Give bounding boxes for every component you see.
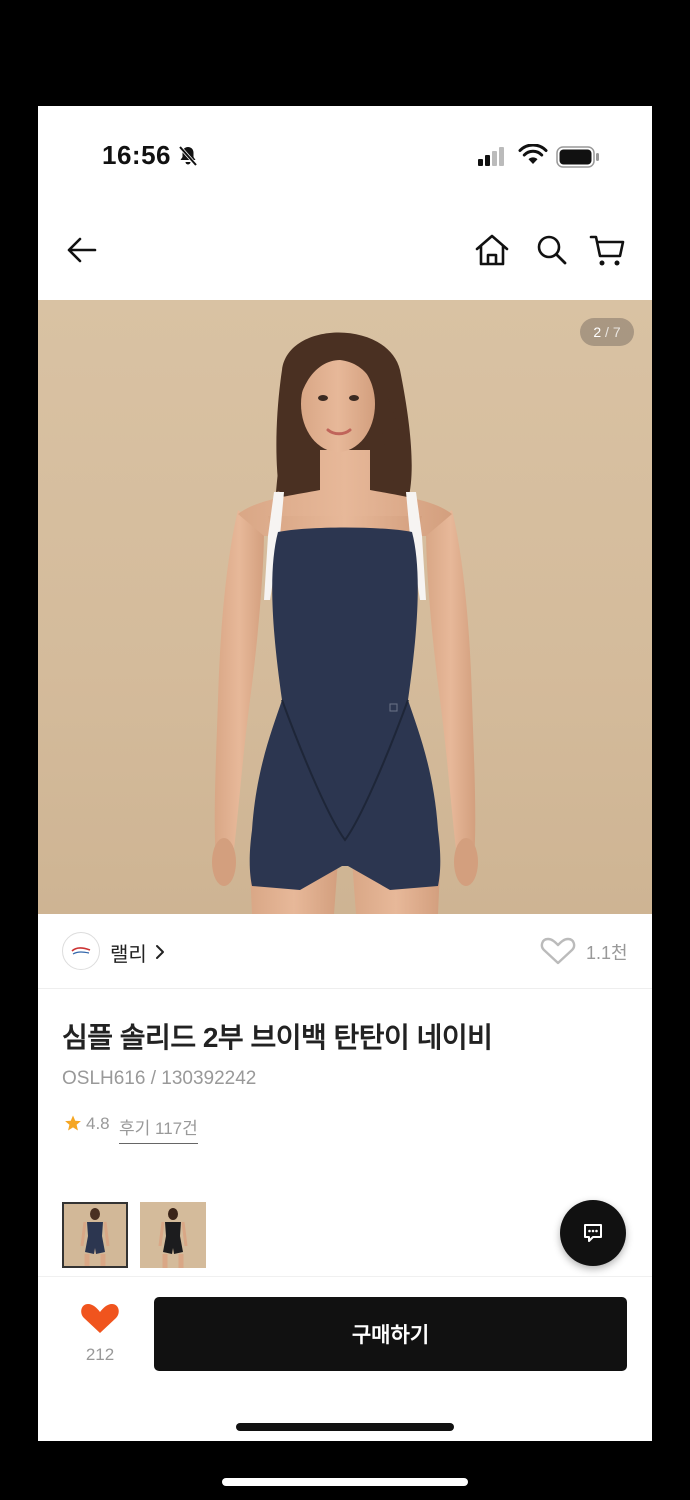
wifi-icon (518, 143, 548, 171)
brand-logo[interactable] (62, 932, 100, 970)
status-time: 16:56 (102, 140, 171, 170)
review-count-link[interactable]: 후기 117건 (119, 1114, 198, 1144)
like-count: 212 (85, 1345, 115, 1364)
like-button[interactable]: 212 (78, 1301, 122, 1371)
bottom-action-bar: 212 구매하기 (38, 1276, 652, 1441)
home-indicator (236, 1423, 454, 1431)
image-counter: 2 / 7 (580, 318, 634, 346)
search-icon (537, 235, 567, 265)
phone-screen: 16:56 2 / 7 랠리 1.1천 심플 솔리드 2부 브이백 탄탄이 네이… (38, 106, 652, 1441)
back-button[interactable] (62, 230, 102, 270)
product-image-gallery[interactable]: 2 / 7 (38, 300, 652, 914)
home-icon (475, 234, 509, 266)
star-icon (64, 1114, 82, 1137)
search-button[interactable] (532, 230, 572, 270)
cart-icon (589, 235, 625, 266)
battery-icon (556, 146, 600, 173)
brand-row: 랠리 1.1천 (38, 914, 652, 989)
heart-outline-icon[interactable] (540, 936, 576, 971)
status-bar: 16:56 (38, 106, 652, 206)
product-photo (212, 332, 478, 914)
rating-value: 4.8 (86, 1114, 110, 1133)
navigation-bar (38, 206, 652, 300)
heart-icon (81, 1304, 119, 1333)
product-title: 심플 솔리드 2부 브이백 탄탄이 네이비 (62, 1022, 493, 1053)
chat-button[interactable] (560, 1200, 626, 1266)
buy-button[interactable]: 구매하기 (154, 1297, 627, 1371)
home-button[interactable] (472, 230, 512, 270)
outer-home-indicator (222, 1478, 468, 1486)
cart-button[interactable] (588, 230, 628, 270)
color-thumbnail-navy[interactable] (62, 1202, 128, 1268)
signal-icon (476, 146, 508, 171)
color-thumbnail-black[interactable] (140, 1202, 206, 1268)
wishlist-count: 1.1천 (586, 943, 628, 963)
chevron-right-icon[interactable] (154, 944, 166, 965)
brand-name-link[interactable]: 랠리 (110, 938, 147, 967)
product-code: OSLH616 / 130392242 (62, 1068, 257, 1089)
back-arrow-icon (67, 237, 97, 263)
chat-icon (584, 1224, 602, 1242)
bell-slash-icon (176, 144, 200, 173)
